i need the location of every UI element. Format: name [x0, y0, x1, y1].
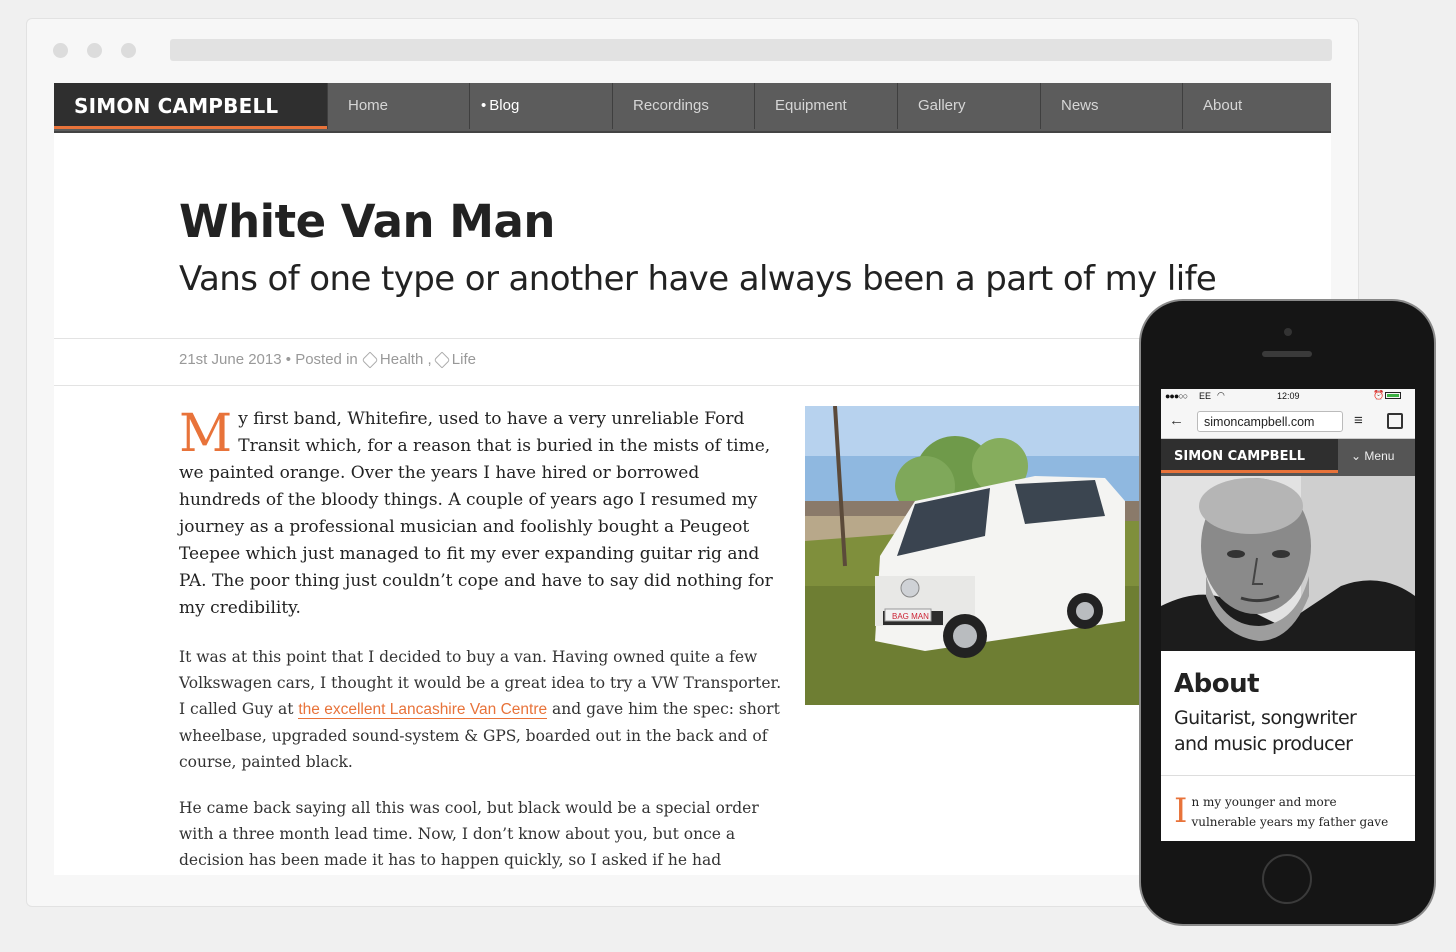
mobile-header: SIMON CAMPBELL ⌄ Menu: [1161, 439, 1415, 476]
back-arrow-icon[interactable]: ←: [1169, 412, 1184, 429]
window-minimize-dot[interactable]: [87, 43, 102, 58]
tag-life-link[interactable]: Life: [452, 351, 476, 368]
window-close-dot[interactable]: [53, 43, 68, 58]
post-meta: 21st June 2013 • Posted in Health , Life: [179, 351, 476, 369]
mobile-status-bar: ●●●○○ EE ◠ 12:09 ⏰: [1161, 389, 1415, 404]
active-bullet: •: [481, 97, 487, 114]
carrier-label: EE: [1199, 391, 1212, 401]
posted-in-label: Posted in: [295, 351, 358, 368]
hamburger-icon[interactable]: ≡: [1354, 412, 1363, 429]
drop-cap: M: [179, 404, 233, 464]
battery-icon: [1385, 392, 1401, 399]
number-plate: BAG MAN: [892, 612, 929, 621]
mobile-heading: About: [1174, 669, 1260, 699]
post-paragraph-1: My first band, Whitefire, used to have a…: [179, 406, 786, 622]
nav-item-label: News: [1061, 97, 1099, 114]
nav-item-label: Blog: [489, 97, 520, 114]
main-nav: SIMON CAMPBELL Home • Blog Recordings Equ…: [54, 83, 1331, 133]
nav-item-blog[interactable]: • Blog: [469, 83, 612, 129]
nav-item-label: About: [1203, 97, 1243, 114]
nav-item-recordings[interactable]: Recordings: [612, 83, 755, 129]
mobile-url-field[interactable]: simoncampbell.com: [1197, 411, 1343, 432]
post-subtitle: Vans of one type or another have always …: [179, 259, 1217, 299]
mobile-logo[interactable]: SIMON CAMPBELL: [1161, 439, 1338, 473]
tag-icon: [361, 351, 379, 369]
nav-item-home[interactable]: Home: [327, 83, 470, 129]
phone-speaker: [1262, 351, 1312, 357]
nav-item-gallery[interactable]: Gallery: [897, 83, 1040, 129]
mobile-subheading: Guitarist, songwriter and music producer: [1174, 707, 1357, 755]
paragraph-text: y first band, Whitefire, used to have a …: [179, 409, 773, 618]
paragraph-text: n my younger and more vulnerable years m…: [1191, 795, 1389, 829]
mobile-screen: ●●●○○ EE ◠ 12:09 ⏰ ← simoncampbell.com ≡…: [1161, 389, 1415, 841]
mobile-browser-bar: ← simoncampbell.com ≡: [1161, 404, 1415, 439]
chevron-down-icon: ⌄: [1351, 449, 1362, 463]
window-zoom-dot[interactable]: [121, 43, 136, 58]
signal-icon: ●●●○○: [1165, 391, 1188, 401]
mobile-drop-cap: I: [1174, 791, 1188, 831]
menu-label: Menu: [1364, 449, 1395, 463]
mobile-paragraph: In my younger and more vulnerable years …: [1174, 792, 1404, 832]
tag-separator: ,: [427, 351, 432, 368]
post-date: 21st June 2013: [179, 351, 282, 368]
wifi-icon: ◠: [1217, 390, 1225, 400]
post-title: White Van Man: [179, 195, 555, 248]
front-camera: [1284, 328, 1292, 336]
home-button[interactable]: [1262, 854, 1312, 904]
nav-item-news[interactable]: News: [1040, 83, 1183, 129]
portrait-photo: [1161, 476, 1415, 651]
mobile-menu-button[interactable]: ⌄ Menu: [1351, 439, 1394, 473]
nav-item-label: Home: [348, 97, 389, 114]
tabs-icon[interactable]: [1387, 413, 1403, 429]
nav-item-equipment[interactable]: Equipment: [754, 83, 897, 129]
alarm-icon: ⏰: [1373, 390, 1385, 400]
address-bar[interactable]: [170, 39, 1332, 61]
tag-health-link[interactable]: Health: [380, 351, 423, 368]
mobile-divider: [1161, 775, 1415, 776]
status-time: 12:09: [1277, 391, 1300, 401]
van-centre-link[interactable]: the excellent Lancashire Van Centre: [298, 701, 548, 719]
van-illustration: BAG MAN: [805, 406, 1145, 705]
van-photo: BAG MAN: [805, 406, 1145, 705]
portrait-illustration: [1161, 476, 1415, 651]
post-paragraph-3: He came back saying all this was cool, b…: [179, 799, 759, 869]
nav-item-about[interactable]: About: [1182, 83, 1331, 129]
nav-item-label: Gallery: [918, 97, 966, 114]
nav-item-label: Recordings: [633, 97, 709, 114]
meta-separator: •: [285, 351, 292, 368]
nav-item-label: Equipment: [775, 97, 847, 114]
site-logo[interactable]: SIMON CAMPBELL: [54, 83, 327, 129]
tag-icon: [433, 351, 451, 369]
mobile-phone-mockup: ●●●○○ EE ◠ 12:09 ⏰ ← simoncampbell.com ≡…: [1139, 299, 1436, 926]
post-paragraph-2: It was at this point that I decided to b…: [179, 644, 786, 775]
